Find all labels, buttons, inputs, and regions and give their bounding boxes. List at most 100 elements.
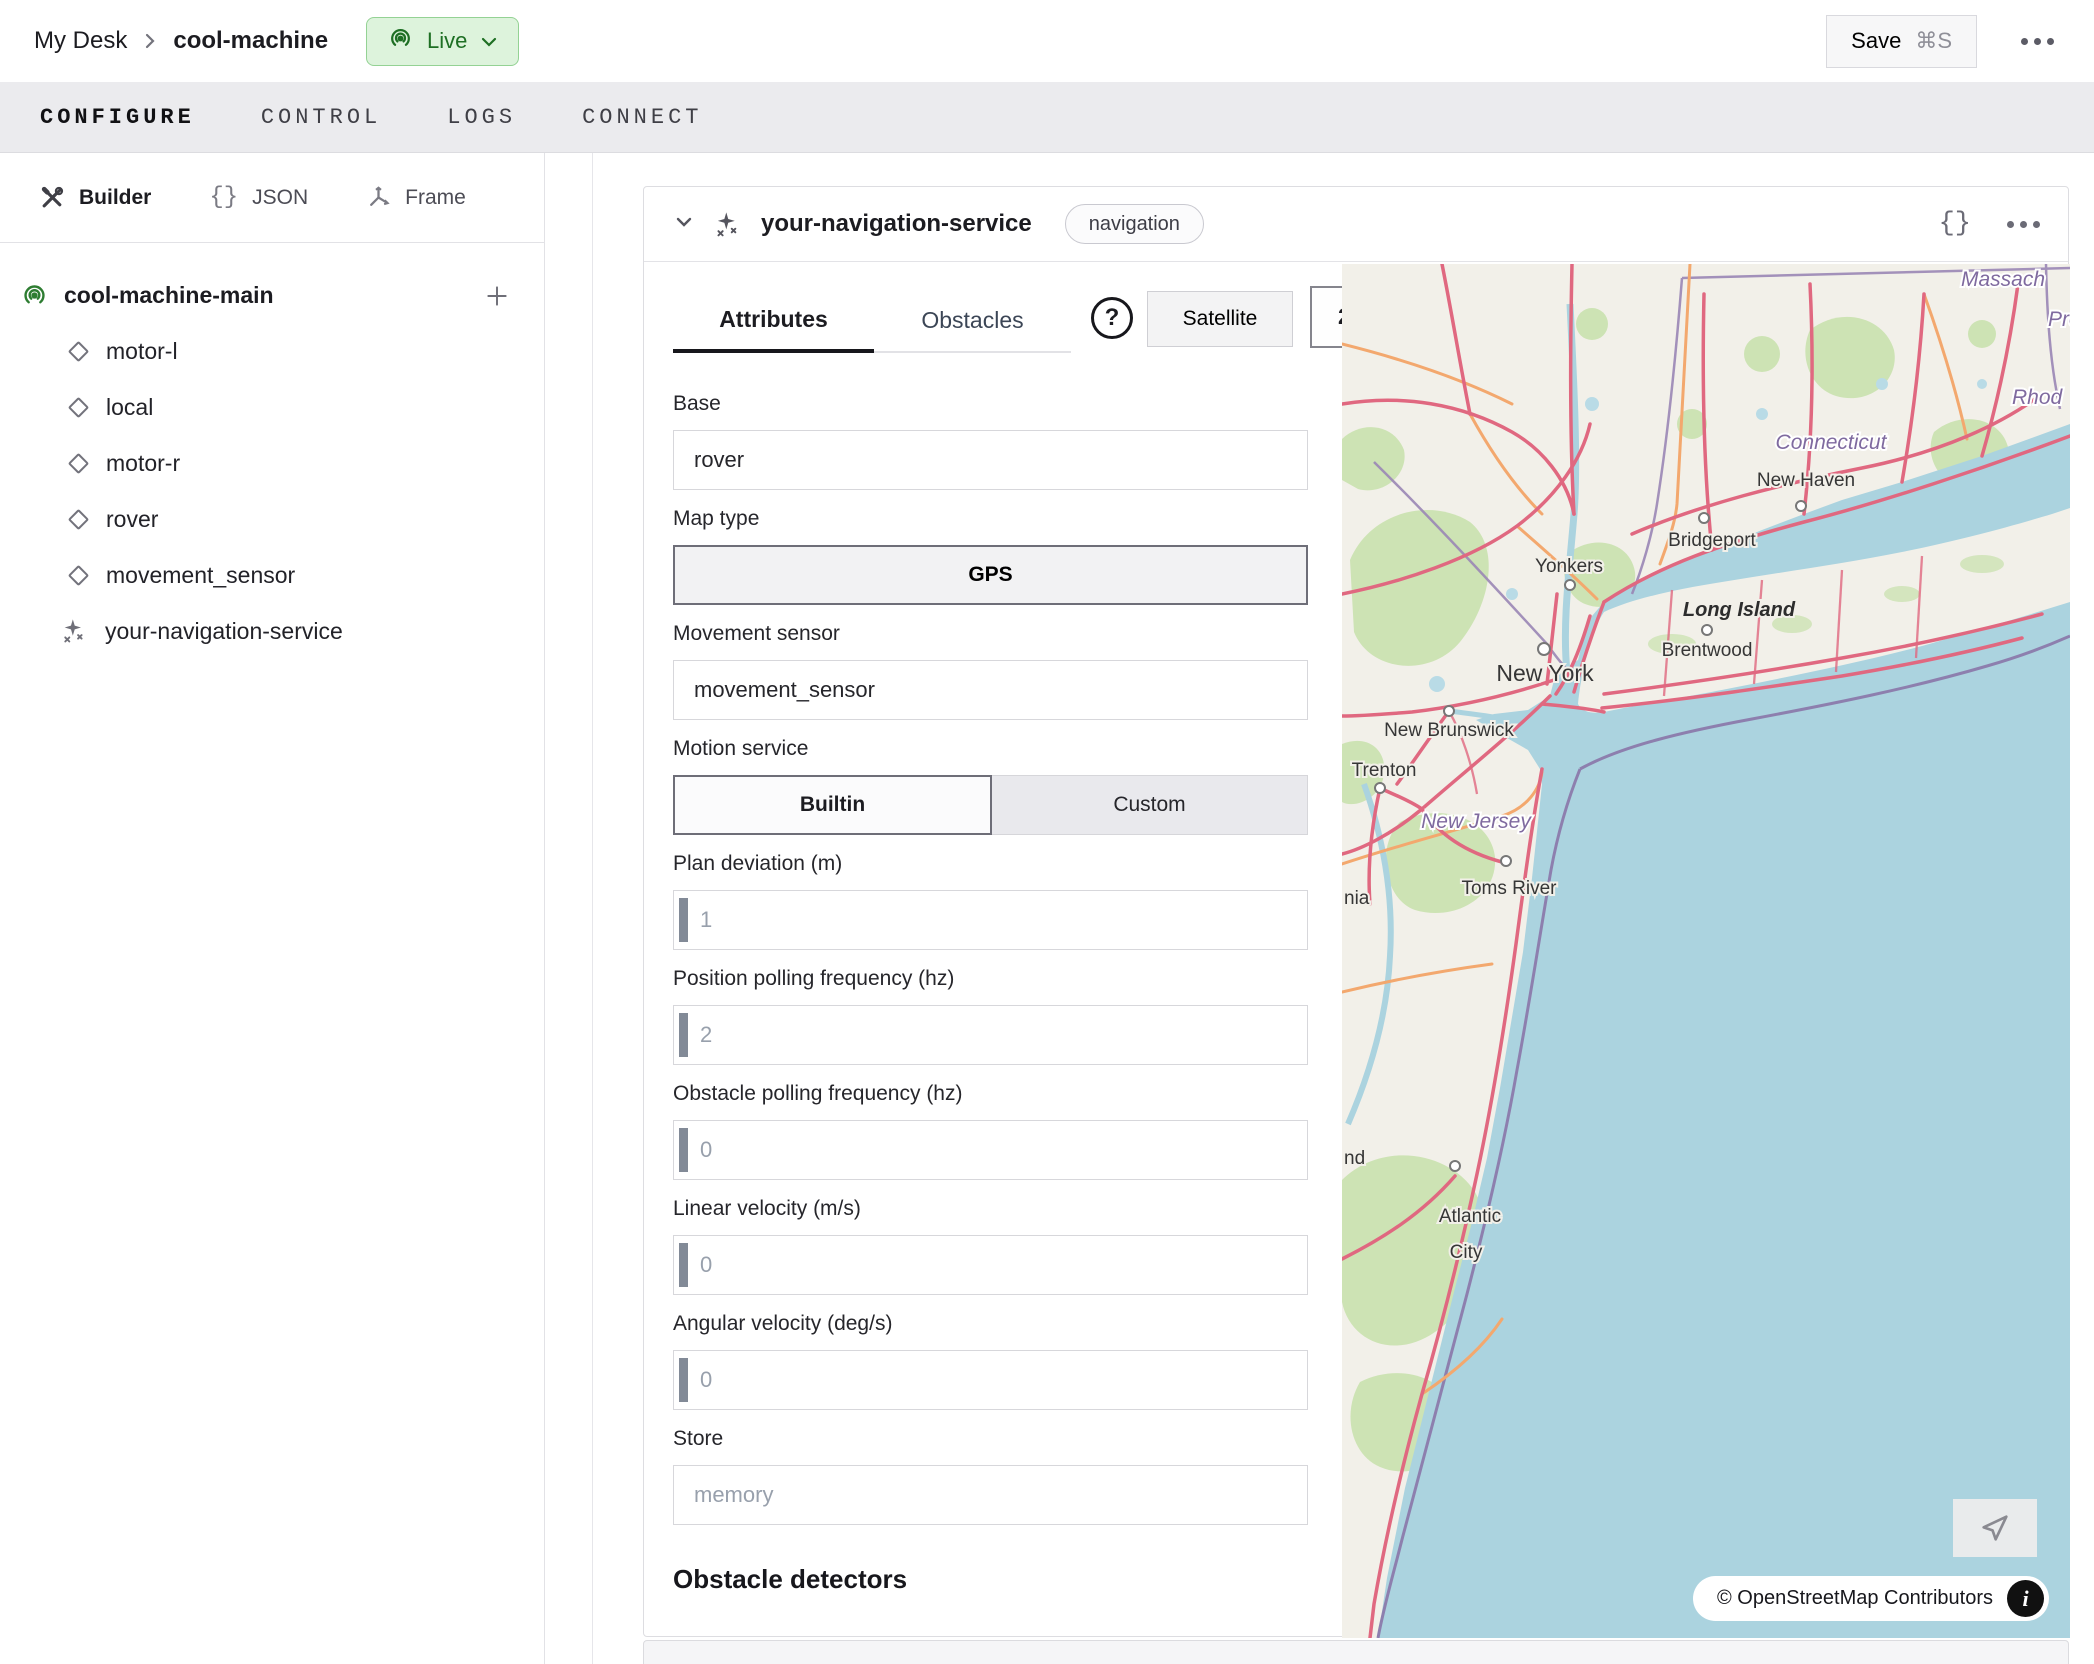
tree-item-machine-main[interactable]: cool-machine-main	[0, 267, 544, 323]
plan-deviation-input[interactable]	[688, 891, 1307, 949]
drag-handle[interactable]	[679, 1358, 688, 1402]
live-status-dropdown[interactable]: Live	[366, 17, 519, 66]
map-label-trenton: Trenton	[1352, 760, 1417, 781]
collapse-chevron-icon[interactable]	[674, 215, 694, 234]
add-component-button[interactable]	[480, 279, 514, 313]
angular-velocity-label: Angular velocity (deg/s)	[673, 1311, 1308, 1336]
motion-builtin-option[interactable]: Builtin	[673, 775, 992, 835]
tree-item-label: rover	[106, 506, 158, 533]
tab-attributes[interactable]: Attributes	[673, 289, 874, 353]
position-polling-input[interactable]	[688, 1006, 1307, 1064]
tab-configure[interactable]: CONFIGURE	[40, 105, 195, 130]
tree-item-rover[interactable]: rover	[0, 491, 544, 547]
field-base: Base	[673, 391, 1308, 490]
component-tree: cool-machine-main motor-l local motor-r …	[0, 243, 544, 659]
field-angular-velocity: Angular velocity (deg/s)	[673, 1311, 1308, 1410]
map-label-long-island: Long Island	[1683, 599, 1796, 621]
info-icon[interactable]	[2007, 1580, 2044, 1617]
component-icon	[68, 564, 89, 585]
map-attribution: © OpenStreetMap Contributors	[1693, 1576, 2049, 1621]
next-card-partial	[643, 1640, 2069, 1664]
map-label-yonkers: Yonkers	[1535, 556, 1603, 577]
tab-control[interactable]: CONTROL	[261, 105, 381, 130]
tree-item-local[interactable]: local	[0, 379, 544, 435]
tab-obstacles[interactable]: Obstacles	[874, 289, 1071, 353]
obstacle-polling-input[interactable]	[688, 1121, 1307, 1179]
map-type-gps-button[interactable]: GPS	[673, 545, 1308, 605]
save-button[interactable]: Save ⌘S	[1826, 15, 1977, 68]
map-label-new-jersey: New Jersey	[1421, 810, 1532, 833]
machine-tab-bar: CONFIGURE CONTROL LOGS CONNECT	[0, 82, 2094, 153]
store-label: Store	[673, 1426, 1308, 1451]
field-obstacle-polling: Obstacle polling frequency (hz)	[673, 1081, 1308, 1180]
card-menu-button[interactable]	[2007, 221, 2040, 228]
braces-icon	[209, 184, 238, 211]
openstreetmap-canvas: Massach Pro Rhod Connecticut New Haven B…	[1342, 264, 2070, 1638]
base-input[interactable]	[673, 430, 1308, 490]
tools-icon	[40, 185, 65, 210]
map-label-connecticut: Connecticut	[1776, 431, 1888, 454]
view-mode-toggle: Builder JSON Frame	[0, 153, 544, 243]
tree-item-motor-r[interactable]: motor-r	[0, 435, 544, 491]
linear-velocity-input[interactable]	[688, 1236, 1307, 1294]
movement-sensor-input[interactable]	[673, 660, 1308, 720]
tree-item-label: motor-r	[106, 450, 180, 477]
card-title: your-navigation-service	[761, 210, 1032, 238]
chevron-right-icon	[143, 31, 157, 51]
linear-velocity-label: Linear velocity (m/s)	[673, 1196, 1308, 1221]
service-type-badge: navigation	[1065, 204, 1204, 244]
drag-handle[interactable]	[679, 1243, 688, 1287]
drag-handle[interactable]	[679, 1128, 688, 1172]
save-shortcut: ⌘S	[1915, 28, 1952, 54]
breadcrumb: My Desk cool-machine	[34, 27, 328, 55]
navigation-service-icon	[713, 210, 742, 239]
navigation-map[interactable]: Massach Pro Rhod Connecticut New Haven B…	[1342, 264, 2070, 1638]
mode-frame[interactable]: Frame	[366, 185, 466, 210]
component-icon	[68, 508, 89, 529]
map-label-brentwood: Brentwood	[1662, 640, 1753, 661]
field-plan-deviation: Plan deviation (m)	[673, 851, 1308, 950]
motion-service-toggle: Builtin Custom	[673, 775, 1308, 835]
field-motion-service: Motion service Builtin Custom	[673, 736, 1308, 835]
map-label-new-york: New York	[1496, 660, 1594, 686]
map-label-pennsylvania: nia	[1344, 888, 1370, 909]
angular-velocity-input[interactable]	[688, 1351, 1307, 1409]
field-position-polling: Position polling frequency (hz)	[673, 966, 1308, 1065]
store-input[interactable]	[673, 1465, 1308, 1525]
tree-item-movement-sensor[interactable]: movement_sensor	[0, 547, 544, 603]
help-icon[interactable]	[1091, 297, 1133, 339]
map-label-toms-river: Toms River	[1461, 878, 1557, 899]
broadcast-icon	[387, 25, 414, 58]
field-linear-velocity: Linear velocity (m/s)	[673, 1196, 1308, 1295]
breadcrumb-parent[interactable]: My Desk	[34, 27, 127, 55]
movement-sensor-label: Movement sensor	[673, 621, 1308, 646]
tab-connect[interactable]: CONNECT	[582, 105, 702, 130]
satellite-button[interactable]: Satellite	[1147, 291, 1293, 347]
locate-button[interactable]	[1953, 1499, 2037, 1557]
navigation-service-card: your-navigation-service navigation Attri…	[643, 186, 2069, 1637]
card-tabs: Attributes Obstacles	[673, 289, 1071, 353]
mode-json[interactable]: JSON	[209, 184, 308, 211]
component-icon	[68, 452, 89, 473]
attributes-form: Base Map type GPS Movement sensor Motion…	[673, 391, 1308, 1595]
field-movement-sensor: Movement sensor	[673, 621, 1308, 720]
tree-root-label: cool-machine-main	[64, 282, 274, 309]
mode-builder[interactable]: Builder	[40, 185, 151, 210]
component-icon	[68, 396, 89, 417]
map-label-land: nd	[1344, 1148, 1365, 1169]
motion-custom-option[interactable]: Custom	[992, 775, 1308, 835]
more-menu-button[interactable]	[2011, 28, 2064, 55]
component-icon	[68, 340, 89, 361]
field-map-type: Map type GPS	[673, 506, 1308, 605]
tree-item-label: local	[106, 394, 153, 421]
tree-item-motor-l[interactable]: motor-l	[0, 323, 544, 379]
tree-item-navigation-service[interactable]: your-navigation-service	[0, 603, 544, 659]
breadcrumb-current: cool-machine	[173, 27, 328, 55]
json-view-icon[interactable]	[1939, 209, 1971, 239]
drag-handle[interactable]	[679, 898, 688, 942]
field-store: Store	[673, 1426, 1308, 1525]
tab-logs[interactable]: LOGS	[447, 105, 516, 130]
drag-handle[interactable]	[679, 1013, 688, 1057]
map-label-new-brunswick: New Brunswick	[1384, 720, 1514, 741]
map-label-rhode-island: Rhod	[2012, 386, 2064, 409]
